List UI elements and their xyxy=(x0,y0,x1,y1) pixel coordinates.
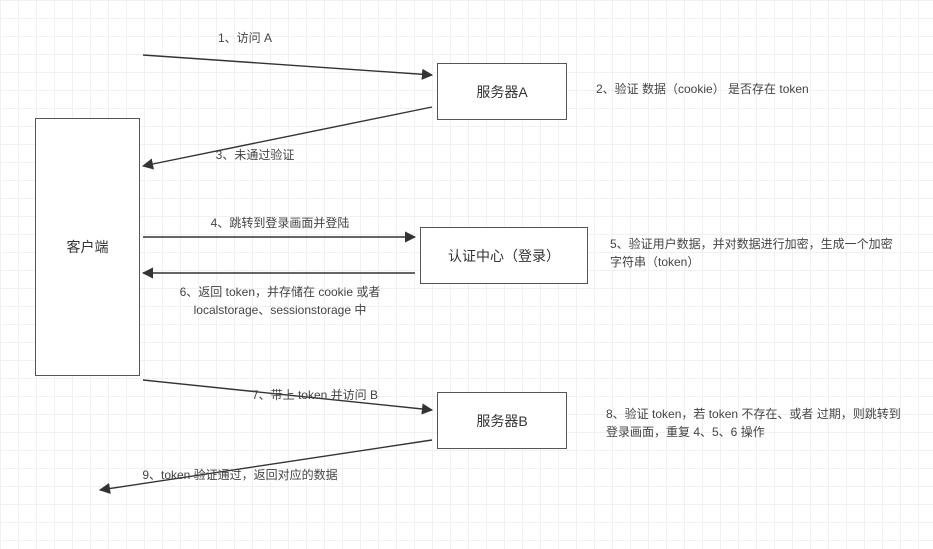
label-1: 1、访问 A xyxy=(170,29,320,47)
label-8: 8、验证 token，若 token 不存在、或者 过期，则跳转到 登录画面，重… xyxy=(606,405,906,441)
label-2: 2、验证 数据（cookie） 是否存在 token xyxy=(596,80,876,98)
client-box: 客户端 xyxy=(35,118,140,376)
label-4: 4、跳转到登录画面并登陆 xyxy=(170,214,390,232)
auth-center-box: 认证中心（登录） xyxy=(420,227,588,284)
label-3: 3、未通过验证 xyxy=(180,146,330,164)
label-5: 5、验证用户数据，并对数据进行加密，生成一个加密字符串（token） xyxy=(610,235,900,271)
server-a-box: 服务器A xyxy=(437,63,567,120)
client-label: 客户端 xyxy=(67,237,109,257)
arrow-1 xyxy=(143,55,432,75)
server-b-label: 服务器B xyxy=(476,411,527,431)
label-9: 9、token 验证通过，返回对应的数据 xyxy=(130,466,350,484)
label-6: 6、返回 token，并存储在 cookie 或者 localstorage、s… xyxy=(170,283,390,319)
server-b-box: 服务器B xyxy=(437,392,567,449)
label-7: 7、带上 token 并访问 B xyxy=(215,386,415,404)
auth-center-label: 认证中心（登录） xyxy=(448,246,560,266)
server-a-label: 服务器A xyxy=(476,82,527,102)
